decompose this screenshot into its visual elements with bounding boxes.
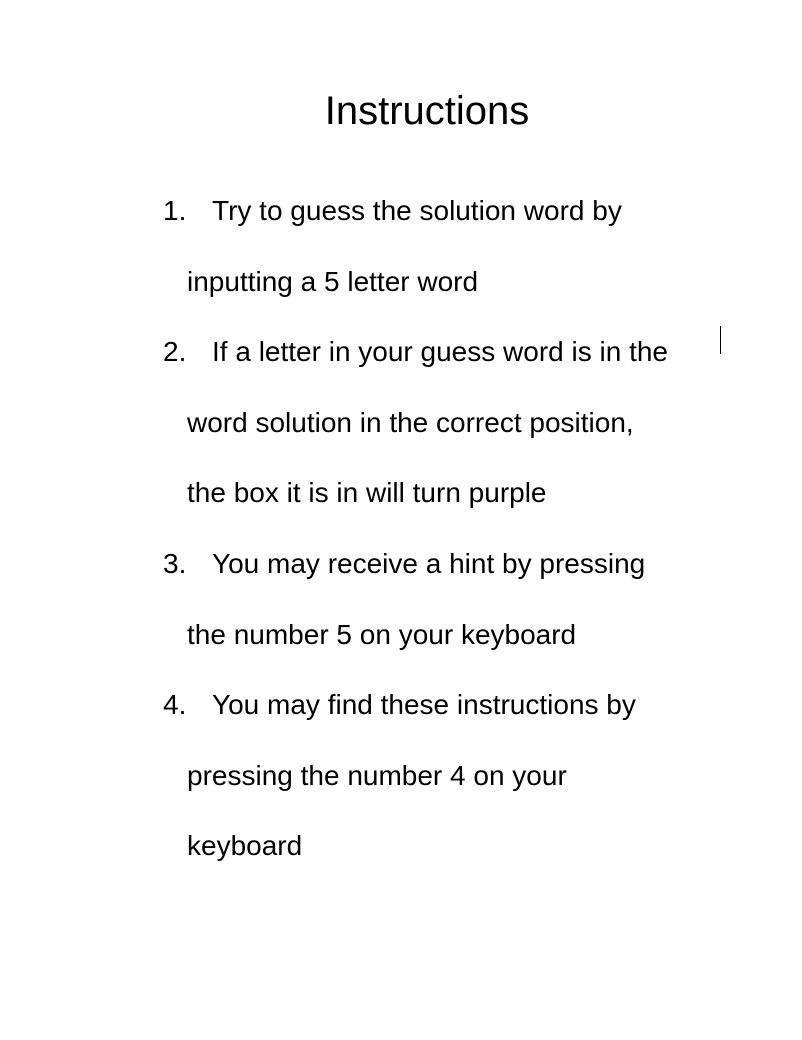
- list-item: 3. You may receive a hint by pressing th…: [163, 529, 723, 670]
- item-text-line: Try to guess the solution word by: [212, 195, 622, 226]
- item-number: 2.: [163, 336, 187, 368]
- item-text-line: If a letter in your guess word is in the: [212, 336, 668, 368]
- text-cursor: [720, 326, 721, 354]
- item-text-line: inputting a 5 letter word: [187, 265, 479, 297]
- item-text-line: pressing the number 4 on your: [187, 759, 567, 791]
- item-text-line: You may find these instructions by: [212, 689, 636, 721]
- item-number: 3.: [163, 547, 187, 579]
- item-text-line: the box it is in will turn purple: [187, 477, 547, 509]
- list-item: 2. If a letter in your guess word is in …: [163, 317, 723, 529]
- list-item: 4. You may find these instructions by pr…: [163, 670, 723, 882]
- instructions-list: 1. Try to guess the solution word by inp…: [163, 176, 723, 882]
- document-page: Instructions 1. Try to guess the solutio…: [0, 0, 802, 1040]
- item-text-line: word solution in the correct position,: [187, 406, 634, 438]
- item-number: 1.: [163, 195, 187, 226]
- item-number: 4.: [163, 689, 187, 721]
- list-item: 1. Try to guess the solution word by inp…: [163, 176, 723, 317]
- page-title: Instructions: [324, 89, 530, 133]
- item-text-line: keyboard: [187, 830, 303, 862]
- item-text-line: You may receive a hint by pressing: [212, 547, 646, 579]
- item-text-line: the number 5 on your keyboard: [187, 618, 577, 650]
